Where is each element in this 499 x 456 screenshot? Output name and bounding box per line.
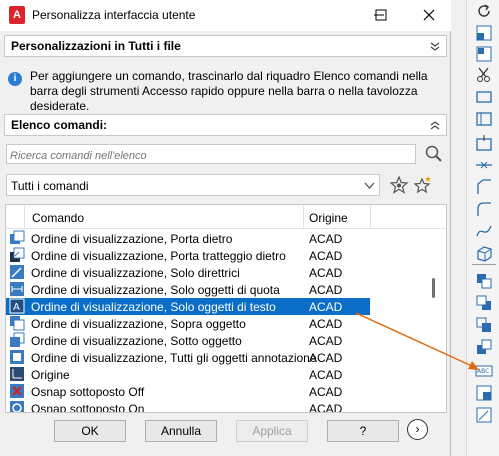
apply-button: Applica [236, 420, 308, 442]
window-title: Personalizza interfaccia utente [32, 8, 196, 22]
customizations-section-header[interactable]: Personalizzazioni in Tutti i file [4, 35, 447, 57]
stretch-icon[interactable] [475, 45, 493, 63]
search-icon[interactable] [425, 145, 443, 163]
draworder-under-icon [9, 332, 25, 348]
next-arrow-button[interactable]: › [407, 419, 428, 440]
column-header-command[interactable]: Comando [32, 211, 84, 225]
draworder-dimensions-icon[interactable] [475, 384, 493, 402]
table-row[interactable]: Ordine di visualizzazione, Porta dietro … [6, 230, 370, 247]
table-row-selected[interactable]: A Ordine di visualizzazione, Solo oggett… [6, 298, 370, 315]
break-icon[interactable] [475, 110, 493, 128]
draworder-front-icon[interactable] [475, 272, 493, 290]
draworder-back-icon[interactable] [475, 294, 493, 312]
table-row[interactable]: Ordine di visualizzazione, Porta tratteg… [6, 247, 370, 264]
close-button[interactable] [414, 0, 444, 31]
draworder-above-icon [9, 315, 25, 331]
ok-button[interactable]: OK [54, 420, 126, 442]
title-bar: A Personalizza interfaccia utente [0, 0, 451, 31]
draworder-under-icon[interactable] [475, 338, 493, 356]
trim-icon[interactable] [475, 134, 493, 152]
redo-icon[interactable] [475, 2, 493, 20]
fillet-icon[interactable] [475, 200, 493, 218]
help-button[interactable]: ? [327, 420, 399, 442]
filter-star-icon[interactable] [389, 175, 409, 195]
draworder-leaders-icon [9, 264, 25, 280]
draworder-back-icon [9, 230, 25, 246]
chamfer-icon[interactable] [475, 178, 493, 196]
table-row[interactable]: Ordine di visualizzazione, Solo direttri… [6, 264, 370, 281]
toolbar-separator [472, 264, 496, 265]
svg-text:ABC: ABC [477, 368, 489, 375]
section-title: Elenco comandi: [11, 118, 108, 132]
rectangle-icon[interactable] [475, 88, 493, 106]
table-row[interactable]: Osnap sottoposto Off ACAD [6, 383, 370, 400]
draworder-text-icon[interactable]: ABC [475, 362, 493, 380]
info-text: Per aggiungere un comando, trascinarlo d… [30, 69, 428, 113]
expand-chevron-icon[interactable] [430, 115, 440, 137]
table-header: Comando Origine [6, 205, 446, 229]
filter-value: Tutti i comandi [11, 179, 89, 193]
join-icon[interactable] [475, 156, 493, 174]
window-icon[interactable] [475, 24, 493, 42]
draworder-dimensions-icon [9, 281, 25, 297]
table-row[interactable]: Ordine di visualizzazione, Tutti gli ogg… [6, 349, 370, 366]
info-icon: i [8, 72, 22, 86]
section-title: Personalizzazioni in Tutti i file [11, 39, 181, 53]
search-commands-input[interactable] [6, 144, 416, 164]
draworder-annotations-icon [9, 349, 25, 365]
quick-access-toolbar-palette: ABC [466, 0, 499, 456]
command-list-section-header[interactable]: Elenco comandi: [4, 114, 447, 136]
cancel-button[interactable]: Annulla [145, 420, 217, 442]
scissors-icon[interactable] [475, 66, 493, 84]
3d-box-icon[interactable] [475, 244, 493, 262]
svg-text:A: A [13, 302, 20, 313]
draworder-text-icon: A [9, 298, 25, 314]
table-row[interactable]: Osnap sottoposto On ACAD [6, 400, 370, 412]
osnap-off-icon [9, 383, 25, 399]
info-panel: i Per aggiungere un comando, trascinarlo… [8, 69, 444, 113]
table-row[interactable]: Ordine di visualizzazione, Sopra oggetto… [6, 315, 370, 332]
chevron-down-icon [364, 178, 375, 194]
draworder-leaders-icon[interactable] [475, 406, 493, 424]
command-filter-select[interactable]: Tutti i comandi [6, 174, 380, 196]
maximize-button[interactable] [366, 0, 396, 31]
origin-icon [9, 366, 25, 382]
new-command-star-icon[interactable] [412, 175, 432, 195]
table-row[interactable]: Ordine di visualizzazione, Solo oggetti … [6, 281, 370, 298]
customize-ui-dialog: A Personalizza interfaccia utente Person… [0, 0, 451, 456]
spline-icon[interactable] [475, 222, 493, 240]
osnap-on-icon [9, 400, 25, 412]
column-header-origin[interactable]: Origine [309, 211, 348, 225]
scrollbar-thumb[interactable] [432, 278, 435, 298]
collapse-chevron-icon[interactable] [430, 36, 440, 58]
autocad-app-icon: A [9, 6, 25, 24]
table-row[interactable]: Ordine di visualizzazione, Sotto oggetto… [6, 332, 370, 349]
draworder-above-icon[interactable] [475, 316, 493, 334]
vertical-scrollbar[interactable] [435, 230, 446, 412]
table-row[interactable]: Origine ACAD [6, 366, 370, 383]
draworder-hatch-back-icon [9, 247, 25, 263]
command-list-table[interactable]: Comando Origine Ordine di visualizzazion… [5, 204, 447, 413]
